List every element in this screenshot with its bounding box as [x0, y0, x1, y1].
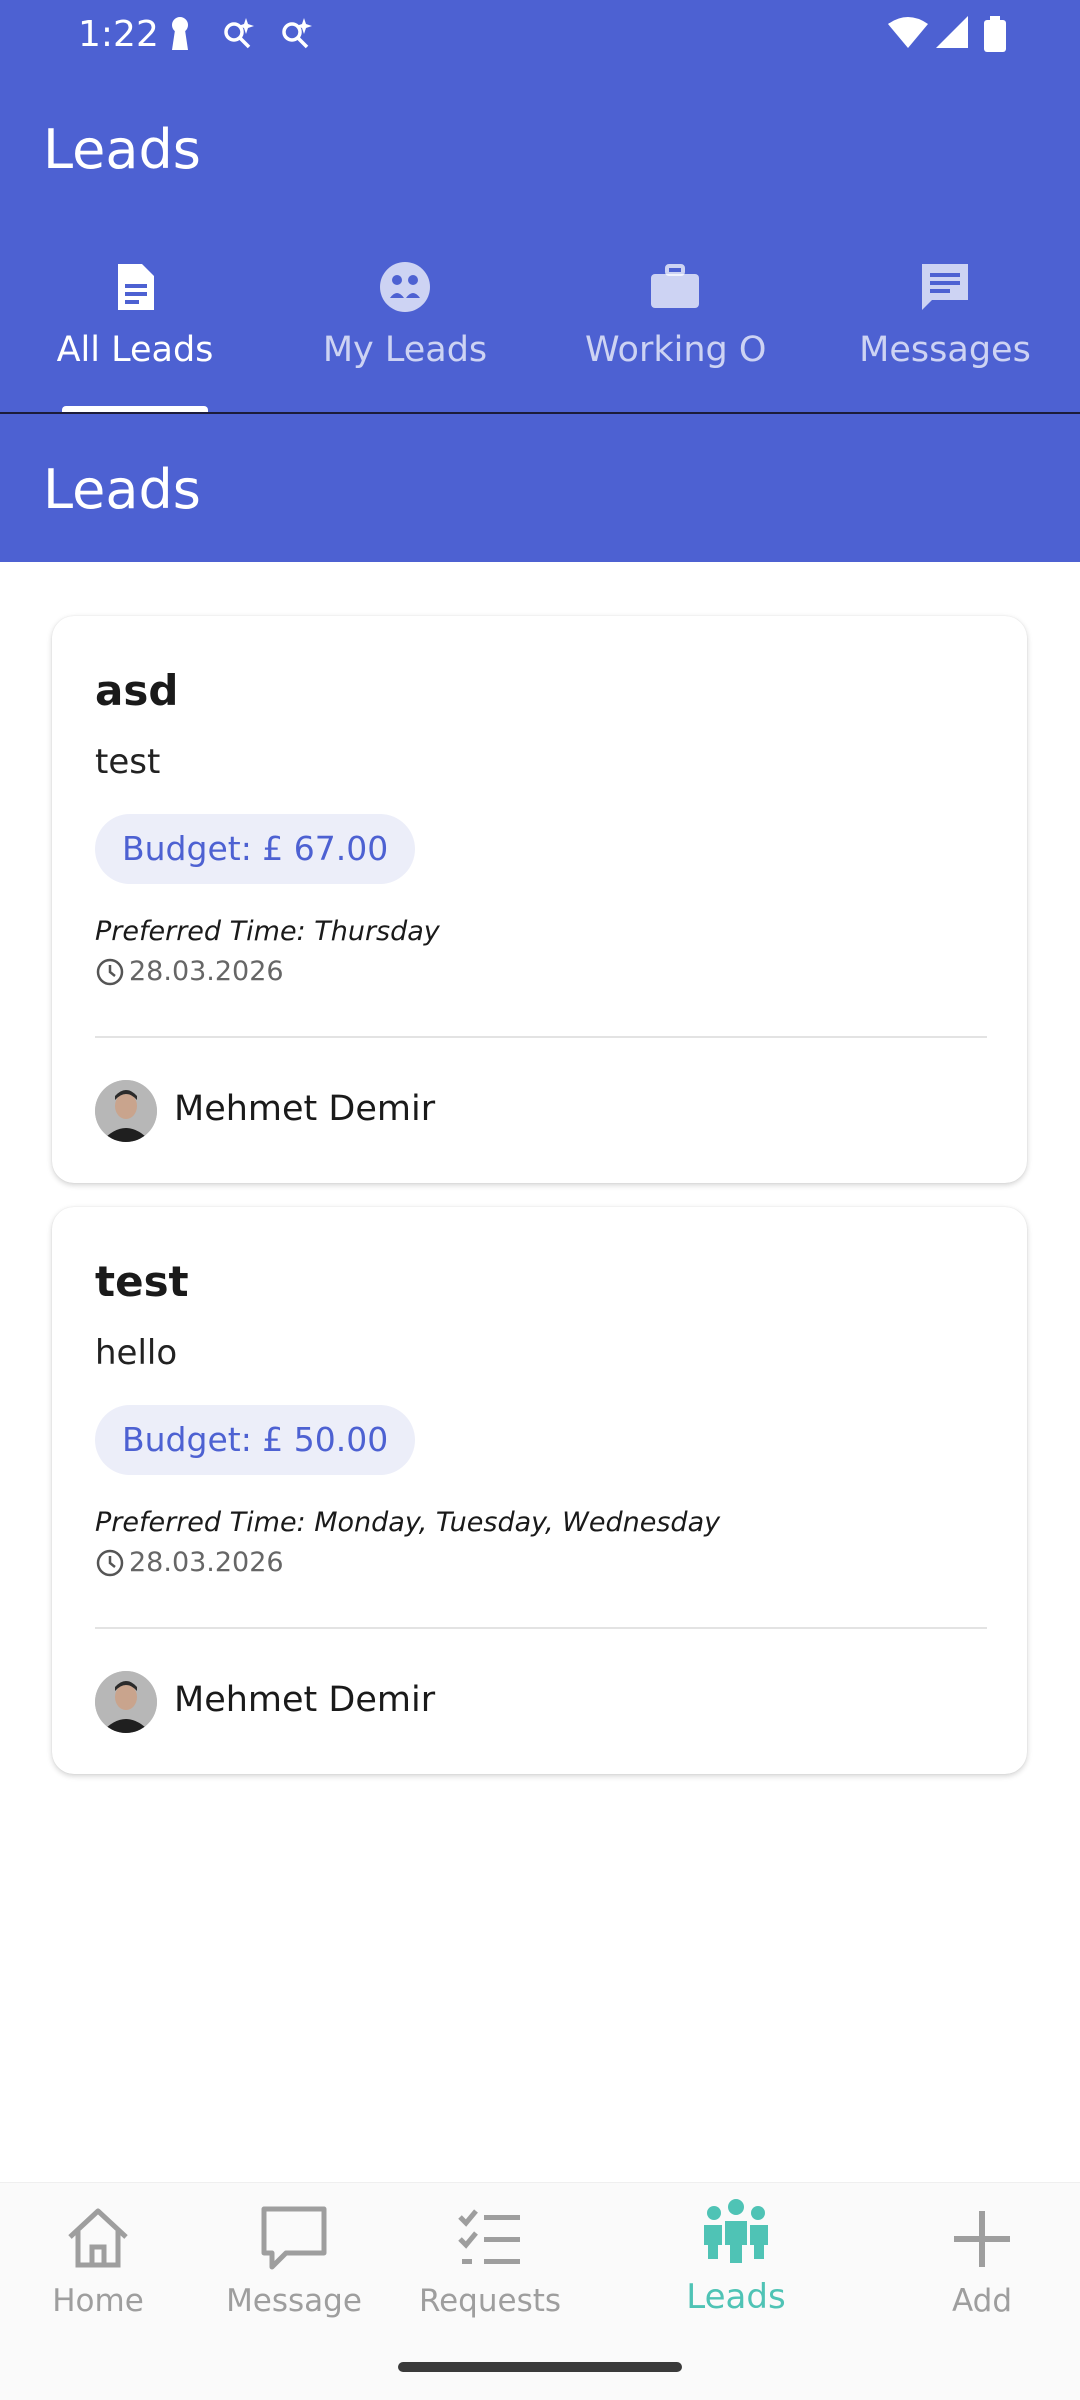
- avatar: [95, 1671, 157, 1733]
- home-icon: [68, 2208, 128, 2268]
- tab-all-leads[interactable]: All Leads: [0, 250, 270, 414]
- app-header: 1:22 Leads All Leads My Leads Working O …: [0, 0, 1080, 562]
- nav-home[interactable]: Home: [8, 2183, 188, 2343]
- group-icon: [380, 262, 430, 312]
- nav-label: Message: [226, 2283, 362, 2319]
- tab-my-leads[interactable]: My Leads: [270, 250, 540, 413]
- home-indicator[interactable]: [398, 2362, 682, 2372]
- budget-chip: Budget: £ 50.00: [95, 1405, 416, 1475]
- section-title: Leads: [43, 458, 201, 521]
- nav-label: Add: [951, 2283, 1013, 2319]
- nav-label: Leads: [686, 2277, 786, 2317]
- signal-icon: [936, 16, 968, 48]
- status-bar: 1:22: [0, 0, 1080, 72]
- tab-label: Working On: [585, 330, 765, 370]
- checklist-icon: [458, 2209, 520, 2264]
- lead-date: 28.03.2026: [129, 1547, 284, 1578]
- lead-date: 28.03.2026: [129, 956, 284, 987]
- author-name: Mehmet Demir: [174, 1680, 436, 1720]
- card-divider: [95, 1036, 987, 1038]
- nav-leads[interactable]: Leads: [646, 2183, 826, 2343]
- author-name: Mehmet Demir: [174, 1089, 436, 1129]
- tab-working-on[interactable]: Working On: [540, 250, 810, 413]
- lead-title: test: [95, 1257, 189, 1306]
- tab-bar: All Leads My Leads Working On: [0, 250, 1080, 414]
- preferred-time: Preferred Time: Thursday: [95, 916, 440, 947]
- leads-screen: 1:22 Leads All Leads My Leads Working O …: [0, 0, 1080, 2400]
- card-divider: [95, 1627, 987, 1629]
- tab-label: My Leads: [322, 330, 488, 370]
- lead-title: asd: [95, 666, 179, 715]
- budget-chip: Budget: £ 67.00: [95, 814, 416, 884]
- tabs-divider: [0, 412, 1080, 414]
- lead-description: test: [95, 742, 161, 782]
- search-sparkle-icon: [282, 18, 312, 49]
- nav-add[interactable]: Add: [892, 2183, 1072, 2343]
- tab-messages[interactable]: Messages: [810, 250, 1080, 413]
- nav-label: Requests: [418, 2283, 562, 2319]
- lead-date-row: 28.03.2026: [95, 956, 284, 987]
- chat-bubble-icon: [261, 2206, 327, 2270]
- clock-icon: [96, 1549, 124, 1576]
- message-icon: [922, 264, 968, 310]
- nav-requests[interactable]: Requests: [400, 2183, 580, 2343]
- avatar: [95, 1080, 157, 1142]
- tab-label: All Leads: [56, 330, 214, 370]
- lock-icon: [172, 17, 188, 50]
- nav-message[interactable]: Message: [204, 2183, 384, 2343]
- wifi-icon: [888, 17, 928, 48]
- clock-icon: [96, 958, 124, 985]
- tab-label: Messages: [859, 330, 1031, 370]
- lead-card[interactable]: test hello Budget: £ 50.00 Preferred Tim…: [52, 1207, 1027, 1774]
- people-icon: [704, 2199, 768, 2263]
- search-sparkle-icon: [224, 18, 254, 49]
- document-icon: [118, 264, 154, 310]
- briefcase-icon: [651, 264, 699, 308]
- lead-description: hello: [95, 1333, 178, 1373]
- status-time: 1:22: [78, 14, 159, 55]
- preferred-time: Preferred Time: Monday, Tuesday, Wednesd…: [95, 1507, 721, 1538]
- lead-card[interactable]: asd test Budget: £ 67.00 Preferred Time:…: [52, 616, 1027, 1183]
- nav-label: Home: [52, 2283, 144, 2319]
- plus-icon: [954, 2211, 1010, 2267]
- app-title: Leads: [43, 118, 201, 181]
- lead-date-row: 28.03.2026: [95, 1547, 284, 1578]
- battery-icon: [984, 16, 1006, 52]
